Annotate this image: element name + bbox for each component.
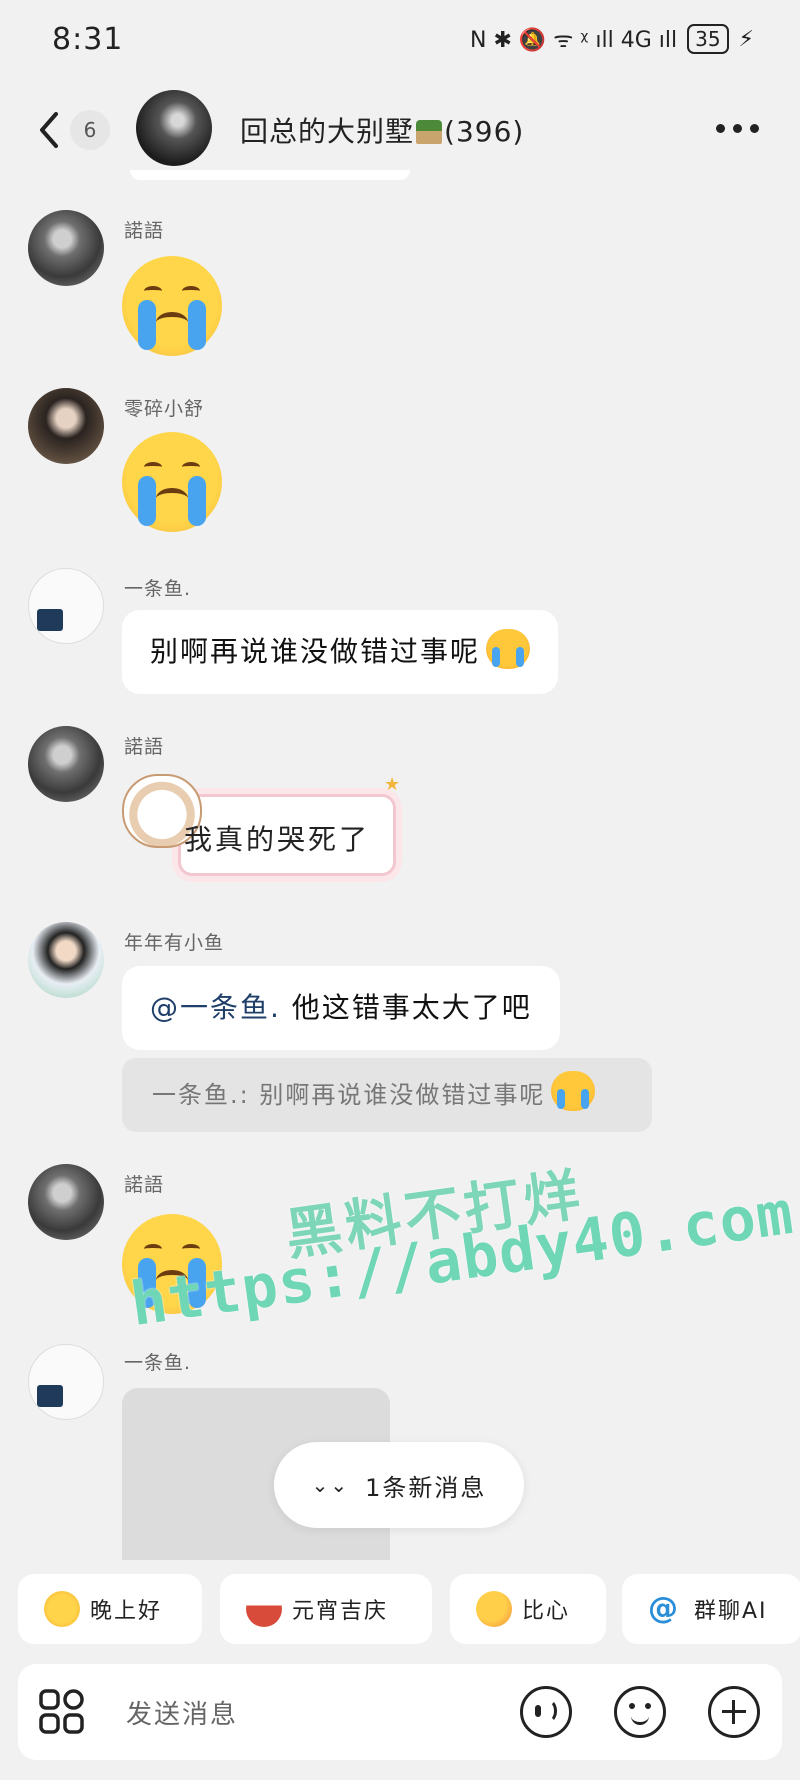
sender-name: 年年有小鱼: [124, 932, 225, 954]
sender-name: 諾語: [124, 220, 165, 242]
signal-icons: N ✱ 🔕 ᯤ ᵡ ıll 4G ıll: [470, 28, 678, 53]
new-messages-button[interactable]: ⌄⌄ 1条新消息: [274, 1442, 524, 1528]
quick-reply-bar: 晚上好 元宵吉庆 比心 @ 群聊AI: [18, 1574, 800, 1644]
avatar[interactable]: [28, 1344, 104, 1420]
mention-link[interactable]: @一条鱼.: [150, 991, 281, 1024]
new-messages-label: 1条新消息: [365, 1473, 487, 1502]
chip-label: 晚上好: [90, 1599, 163, 1624]
back-button[interactable]: [34, 108, 68, 152]
voice-icon[interactable]: [520, 1686, 572, 1738]
unread-count-badge: 6: [70, 110, 110, 150]
status-time: 8:31: [52, 22, 124, 57]
loudly-crying-face-icon: [486, 629, 531, 669]
chat-header: 6 回总的大别墅 (396): [0, 84, 800, 176]
dot-icon: [750, 123, 759, 133]
previous-message-bubble: [130, 170, 410, 180]
chip-label: 群聊AI: [694, 1599, 768, 1624]
message-input[interactable]: 发送消息: [126, 1694, 238, 1731]
dot-icon: [733, 123, 742, 133]
charging-icon: ⚡: [738, 26, 754, 52]
sender-name: 一条鱼.: [124, 578, 192, 600]
chip-label: 比心: [522, 1599, 571, 1624]
duck-heart-icon: [476, 1591, 512, 1627]
message-input-bar: 发送消息: [18, 1664, 782, 1760]
quote-text: 一条鱼.: 别啊再说谁没做错过事呢: [152, 1081, 546, 1109]
loudly-crying-face-icon[interactable]: [122, 256, 222, 356]
avatar[interactable]: [28, 726, 104, 802]
star-icon: ★: [384, 774, 401, 795]
sender-name: 零碎小舒: [124, 398, 205, 420]
member-count: (396): [444, 115, 525, 148]
message-bubble[interactable]: @一条鱼. 他这错事太大了吧: [122, 966, 560, 1050]
sticker-message[interactable]: ★ 我真的哭死了: [122, 774, 402, 892]
avatar[interactable]: [28, 922, 104, 998]
message-text: 他这错事太大了吧: [280, 991, 532, 1024]
avatar[interactable]: [28, 568, 104, 644]
battery-icon: 35: [687, 24, 729, 54]
sender-name: 諾語: [124, 1174, 165, 1196]
more-options-button[interactable]: [716, 116, 764, 140]
house-emoji-icon: [416, 120, 443, 144]
loudly-crying-face-icon: [551, 1071, 596, 1111]
avatar[interactable]: [28, 210, 104, 286]
loudly-crying-face-icon[interactable]: [122, 432, 222, 532]
avatar[interactable]: [28, 388, 104, 464]
avatar[interactable]: [28, 1164, 104, 1240]
message-bubble[interactable]: 别啊再说谁没做错过事呢: [122, 610, 559, 694]
quick-reply-group-ai[interactable]: @ 群聊AI: [622, 1574, 800, 1644]
apps-grid-icon[interactable]: [38, 1688, 86, 1736]
status-bar: 8:31 N ✱ 🔕 ᯤ ᵡ ıll 4G ıll 35 ⚡: [0, 0, 800, 84]
sender-name: 諾語: [124, 736, 165, 758]
group-name: 回总的大别墅: [240, 115, 415, 148]
quick-reply-good-evening[interactable]: 晚上好: [18, 1574, 202, 1644]
message-text: 别啊再说谁没做错过事呢: [150, 635, 481, 668]
bowl-icon: [246, 1591, 282, 1627]
at-icon: @: [648, 1591, 680, 1626]
sticker-text: 我真的哭死了: [184, 823, 371, 856]
star-face-icon: [44, 1591, 80, 1627]
double-chevron-down-icon: ⌄⌄: [311, 1473, 350, 1497]
quick-reply-lantern-festival[interactable]: 元宵吉庆: [220, 1574, 432, 1644]
chip-label: 元宵吉庆: [292, 1599, 389, 1624]
sender-name: 一条鱼.: [124, 1352, 192, 1374]
quick-reply-heart[interactable]: 比心: [450, 1574, 606, 1644]
quoted-reply[interactable]: 一条鱼.: 别啊再说谁没做错过事呢: [122, 1058, 652, 1132]
group-avatar[interactable]: [136, 90, 212, 166]
emoji-face-icon[interactable]: [614, 1686, 666, 1738]
plus-icon[interactable]: [708, 1686, 760, 1738]
group-title[interactable]: 回总的大别墅 (396): [240, 110, 524, 150]
status-icons: N ✱ 🔕 ᯤ ᵡ ıll 4G ıll 35 ⚡: [470, 24, 754, 54]
chevron-left-icon: [40, 112, 58, 148]
dot-icon: [716, 123, 725, 133]
